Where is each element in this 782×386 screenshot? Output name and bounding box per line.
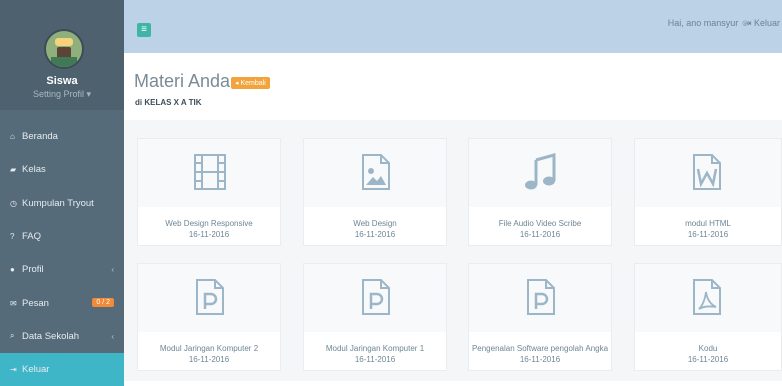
material-date: 16-11-2016 [188,355,230,364]
material-name: Web Design [353,219,397,228]
avatar[interactable] [44,29,84,69]
logout-icon: ⇥ [743,18,754,28]
clock-icon: ◷ [10,198,17,208]
chevron-left-icon: ‹ [111,331,114,341]
sidebar-item-beranda[interactable]: ⌂ Beranda [0,120,124,153]
user-name: Siswa [46,75,78,87]
powerpoint-file-icon [527,279,555,315]
material-card[interactable]: Modul Jaringan Komputer 2 16-11-2016 [137,263,281,371]
material-card[interactable]: Web Design 16-11-2016 [303,138,447,246]
sidebar-item-label: FAQ [22,231,42,243]
logout-label: Keluar [753,18,780,28]
material-card[interactable]: modul HTML 16-11-2016 [634,138,782,246]
film-icon [194,154,226,190]
sidebar-item-label: Profil [22,264,44,276]
sidebar-item-label: Kelas [22,164,46,176]
material-card[interactable]: Pengenalan Software pengolah Angka 16-11… [468,263,612,371]
sidebar-item-profil[interactable]: ● Profil ‹ [0,253,124,286]
top-navbar: ≡ Hai, ano mansyur ☺ ⇥ Keluar [124,0,782,53]
material-name: Pengenalan Software pengolah Angka [471,344,609,353]
pdf-file-icon [693,279,721,315]
material-date: 16-11-2016 [519,230,561,239]
message-count-badge: 0 / 2 [92,298,114,308]
sidebar-item-label: Beranda [22,131,58,143]
material-date: 16-11-2016 [188,230,230,239]
material-date: 16-11-2016 [354,230,396,239]
graduation-cap-icon: ▰ [10,165,17,175]
question-icon: ? [10,232,15,242]
sidebar-item-label: Data Sekolah [22,330,80,342]
material-card[interactable]: Web Design Responsive 16-11-2016 [137,138,281,246]
sidebar-item-keluar[interactable]: ⇥ Keluar [0,353,124,386]
material-name: Modul Jaringan Komputer 2 [159,344,259,353]
sidebar-item-pesan[interactable]: ✉ Pesan 0 / 2 [0,286,124,319]
music-icon [525,153,556,190]
page-title: Materi Anda [134,71,231,91]
sidebar-item-kelas[interactable]: ▰ Kelas [0,153,124,186]
class-subtitle: di KELAS X A TIK [135,98,202,107]
image-file-icon [362,154,390,190]
powerpoint-file-icon [362,279,390,315]
user-greeting[interactable]: Hai, ano mansyur ☺ [668,18,750,28]
chevron-left-icon: ‹ [111,265,114,275]
sidebar-item-kumpulan-tryout[interactable]: ◷ Kumpulan Tryout [0,187,124,220]
material-name: File Audio Video Scribe [498,219,582,228]
home-icon: ⌂ [10,132,15,142]
logout-link[interactable]: ⇥ Keluar [744,18,780,29]
material-name: Modul Jaringan Komputer 1 [325,344,425,353]
material-date: 16-11-2016 [354,355,396,364]
sidebar-item-label: Keluar [22,364,50,376]
sidebar-item-label: Pesan [22,297,49,309]
logout-icon: ⇥ [10,365,17,375]
material-date: 16-11-2016 [687,355,729,364]
envelope-icon: ✉ [10,298,17,308]
sidebar-item-faq[interactable]: ? FAQ [0,220,124,253]
user-icon: ● [10,265,15,275]
sidebar-item-label: Kumpulan Tryout [22,197,94,209]
word-file-icon [693,154,721,190]
material-card[interactable]: File Audio Video Scribe 16-11-2016 [468,138,612,246]
back-button-label: Kembali [240,80,266,87]
back-button[interactable]: ◂ Kembali [231,77,270,89]
powerpoint-file-icon [196,279,224,315]
user-panel: Siswa Setting Profil ▾ [0,0,124,110]
sidebar: Siswa Setting Profil ▾ ⌂ Beranda ▰ Kelas… [0,0,124,386]
material-name: Web Design Responsive [165,219,253,228]
search-icon: ⌕ [10,331,15,341]
material-date: 16-11-2016 [519,355,561,364]
setting-profile-dropdown[interactable]: Setting Profil ▾ [0,89,124,100]
material-name: Kodu [698,344,718,353]
sidebar-item-data-sekolah[interactable]: ⌕ Data Sekolah ‹ [0,320,124,353]
menu-icon[interactable]: ≡ [137,23,151,37]
material-date: 16-11-2016 [687,230,729,239]
material-card[interactable]: Kodu 16-11-2016 [634,263,782,371]
sidebar-menu: ⌂ Beranda ▰ Kelas ◷ Kumpulan Tryout ? FA… [0,120,124,386]
material-card[interactable]: Modul Jaringan Komputer 1 16-11-2016 [303,263,447,371]
material-name: modul HTML [685,219,731,228]
